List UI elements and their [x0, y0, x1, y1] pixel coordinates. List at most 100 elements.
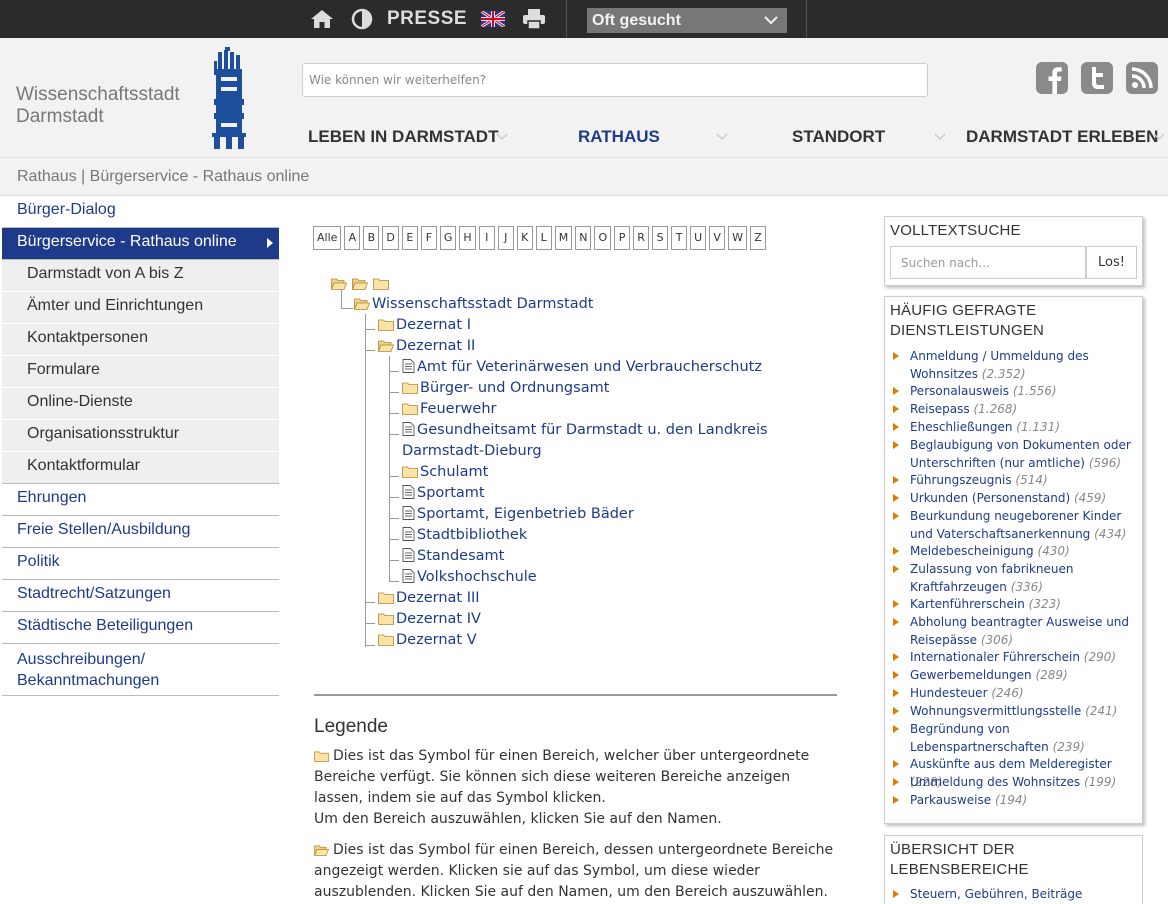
site-search-input[interactable] — [303, 64, 927, 96]
tree-node-label[interactable]: Volkshochschule — [417, 569, 537, 585]
sidebar-subitem-kontaktformular[interactable]: Kontaktformular — [2, 452, 279, 484]
tree-node-label[interactable]: Wissenschaftsstadt Darmstadt — [372, 296, 593, 312]
contrast-icon[interactable] — [350, 0, 374, 38]
alpha-all[interactable]: Alle — [313, 226, 342, 250]
sidebar-item-buergerservice[interactable]: Bürgerservice - Rathaus online — [2, 228, 279, 260]
faq-item[interactable]: Beglaubigung von Dokumenten oder Untersch… — [893, 437, 1140, 472]
oft-gesucht-select[interactable]: Oft gesucht — [587, 8, 787, 33]
fulltext-search-input[interactable] — [891, 247, 1085, 278]
sidebar-item-buerger-dialog[interactable]: Bürger-Dialog — [2, 196, 279, 228]
faq-item[interactable]: Ummeldung des Wohnsitzes (199) — [893, 774, 1140, 792]
sidebar-item-beteiligungen[interactable]: Städtische Beteiligungen — [2, 612, 279, 644]
folder-icon[interactable] — [378, 612, 394, 625]
tree-node-label[interactable]: Sportamt — [417, 485, 485, 501]
tree-node-label[interactable]: Feuerwehr — [420, 401, 496, 417]
tree-node-label[interactable]: Dezernat V — [396, 632, 477, 648]
tree-node-dezernat-3[interactable]: Dezernat III — [378, 588, 480, 609]
chevron-down-icon[interactable] — [1153, 130, 1165, 142]
faq-item[interactable]: Gewerbemeldungen (289) — [893, 667, 1140, 685]
alpha-letter[interactable]: T — [671, 226, 688, 250]
twitter-icon[interactable] — [1081, 62, 1113, 94]
sidebar-item-ausschreibungen[interactable]: Ausschreibungen/ Bekanntmachungen — [2, 644, 279, 696]
tree-node-stadtbibliothek[interactable]: Stadtbibliothek — [402, 525, 527, 546]
lebensbereich-item[interactable]: Steuern, Gebühren, Beiträge — [893, 886, 1140, 904]
folder-icon[interactable] — [378, 318, 394, 331]
alpha-letter[interactable]: W — [728, 226, 748, 250]
alpha-letter[interactable]: I — [478, 226, 495, 250]
sidebar-item-politik[interactable]: Politik — [2, 548, 279, 580]
chevron-down-icon[interactable] — [496, 130, 508, 142]
faq-item[interactable]: Kartenführerschein (323) — [893, 596, 1140, 614]
faq-item[interactable]: Zulassung von fabrikneuen Kraftfahrzeugen… — [893, 561, 1140, 596]
logo-text[interactable]: Wissenschaftsstadt Darmstadt — [16, 84, 180, 128]
chevron-down-icon[interactable] — [934, 130, 946, 142]
alpha-letter[interactable]: V — [709, 226, 726, 250]
folder-icon[interactable] — [373, 277, 389, 290]
tree-node-label[interactable]: Amt für Veterinärwesen und Verbrauchersc… — [417, 359, 762, 375]
tree-node-dezernat-1[interactable]: Dezernat I — [378, 315, 471, 336]
alpha-letter[interactable]: S — [652, 226, 669, 250]
folder-open-icon[interactable] — [354, 297, 370, 310]
faq-item[interactable]: Wohnungsvermittlungsstelle (241) — [893, 703, 1140, 721]
tree-node-label[interactable]: Stadtbibliothek — [417, 527, 527, 543]
alpha-letter[interactable]: N — [575, 226, 592, 250]
faq-item[interactable]: Internationaler Führerschein (290) — [893, 649, 1140, 667]
tree-node-veterinaerwesen[interactable]: Amt für Veterinärwesen und Verbrauchersc… — [402, 357, 762, 378]
alpha-letter[interactable]: G — [439, 226, 457, 250]
alpha-letter[interactable]: H — [459, 226, 476, 250]
folder-icon[interactable] — [402, 402, 418, 415]
nav-rathaus[interactable]: RATHAUS — [578, 125, 660, 149]
darmstadt-logo-icon[interactable] — [212, 47, 246, 149]
tree-node-feuerwehr[interactable]: Feuerwehr — [402, 399, 496, 420]
folder-icon[interactable] — [378, 633, 394, 646]
alpha-letter[interactable]: B — [363, 226, 380, 250]
rss-icon[interactable] — [1126, 62, 1158, 94]
faq-item[interactable]: Begründung von Lebenspartnerschaften (239… — [893, 721, 1140, 756]
uk-flag-icon[interactable] — [480, 0, 506, 38]
tree-node-label[interactable]: Dezernat IV — [396, 611, 481, 627]
sidebar-subitem-online-dienste[interactable]: Online-Dienste — [2, 388, 279, 420]
faq-item[interactable]: Reisepass (1.268) — [893, 401, 1140, 419]
alpha-letter[interactable]: P — [614, 226, 631, 250]
sidebar-item-ehrungen[interactable]: Ehrungen — [2, 484, 279, 516]
tree-node-dezernat-4[interactable]: Dezernat IV — [378, 609, 481, 630]
tree-node-label[interactable]: Standesamt — [417, 548, 504, 564]
alpha-letter[interactable]: D — [382, 226, 399, 250]
tree-node-gesundheitsamt-cont[interactable]: Darmstadt-Dieburg — [402, 441, 542, 462]
alpha-letter[interactable]: J — [497, 226, 514, 250]
alpha-letter[interactable]: M — [554, 226, 573, 250]
home-icon[interactable] — [308, 0, 336, 38]
facebook-icon[interactable] — [1036, 62, 1068, 94]
breadcrumb-text[interactable]: Rathaus | Bürgerservice - Rathaus online — [17, 168, 309, 186]
alpha-letter[interactable]: Z — [750, 226, 767, 250]
alpha-letter[interactable]: F — [420, 226, 437, 250]
faq-item[interactable]: Eheschließungen (1.131) — [893, 419, 1140, 437]
sidebar-subitem-organisationsstruktur[interactable]: Organisationsstruktur — [2, 420, 279, 452]
faq-item[interactable]: Führungszeugnis (514) — [893, 472, 1140, 490]
alpha-letter[interactable]: R — [633, 226, 650, 250]
alpha-letter[interactable]: K — [516, 226, 533, 250]
fulltext-search-box[interactable] — [890, 246, 1086, 279]
tree-node-schulamt[interactable]: Schulamt — [402, 462, 488, 483]
tree-node-label[interactable]: Dezernat III — [396, 590, 480, 606]
print-icon[interactable] — [520, 0, 548, 38]
sidebar-subitem-aemter[interactable]: Ämter und Einrichtungen — [2, 292, 279, 324]
alpha-letter[interactable]: O — [594, 226, 612, 250]
faq-item[interactable]: Anmeldung / Ummeldung des Wohnsitzes (2.3… — [893, 348, 1140, 383]
faq-item[interactable]: Parkausweise (194) — [893, 792, 1140, 810]
faq-item[interactable]: Hundesteuer (246) — [893, 685, 1140, 703]
folder-open-icon[interactable] — [331, 277, 347, 290]
faq-item[interactable]: Urkunden (Personenstand) (459) — [893, 490, 1140, 508]
tree-node-buerger-ordnungsamt[interactable]: Bürger- und Ordnungsamt — [402, 378, 609, 399]
nav-darmstadt-erleben[interactable]: DARMSTADT ERLEBEN — [966, 125, 1158, 149]
sidebar-subitem-a-bis-z[interactable]: Darmstadt von A bis Z — [2, 260, 279, 292]
tree-node-sportamt[interactable]: Sportamt — [402, 483, 485, 504]
sidebar-subitem-kontaktpersonen[interactable]: Kontaktpersonen — [2, 324, 279, 356]
faq-item[interactable]: Beurkundung neugeborener Kinder und Vater… — [893, 508, 1140, 543]
tree-node-volkshochschule[interactable]: Volkshochschule — [402, 567, 537, 588]
faq-item[interactable]: Personalausweis (1.556) — [893, 383, 1140, 401]
fulltext-search-button[interactable]: Los! — [1086, 246, 1137, 279]
alpha-letter[interactable]: L — [535, 226, 552, 250]
tree-node-label[interactable]: Schulamt — [420, 464, 488, 480]
presse-link[interactable]: PRESSE — [387, 0, 467, 38]
